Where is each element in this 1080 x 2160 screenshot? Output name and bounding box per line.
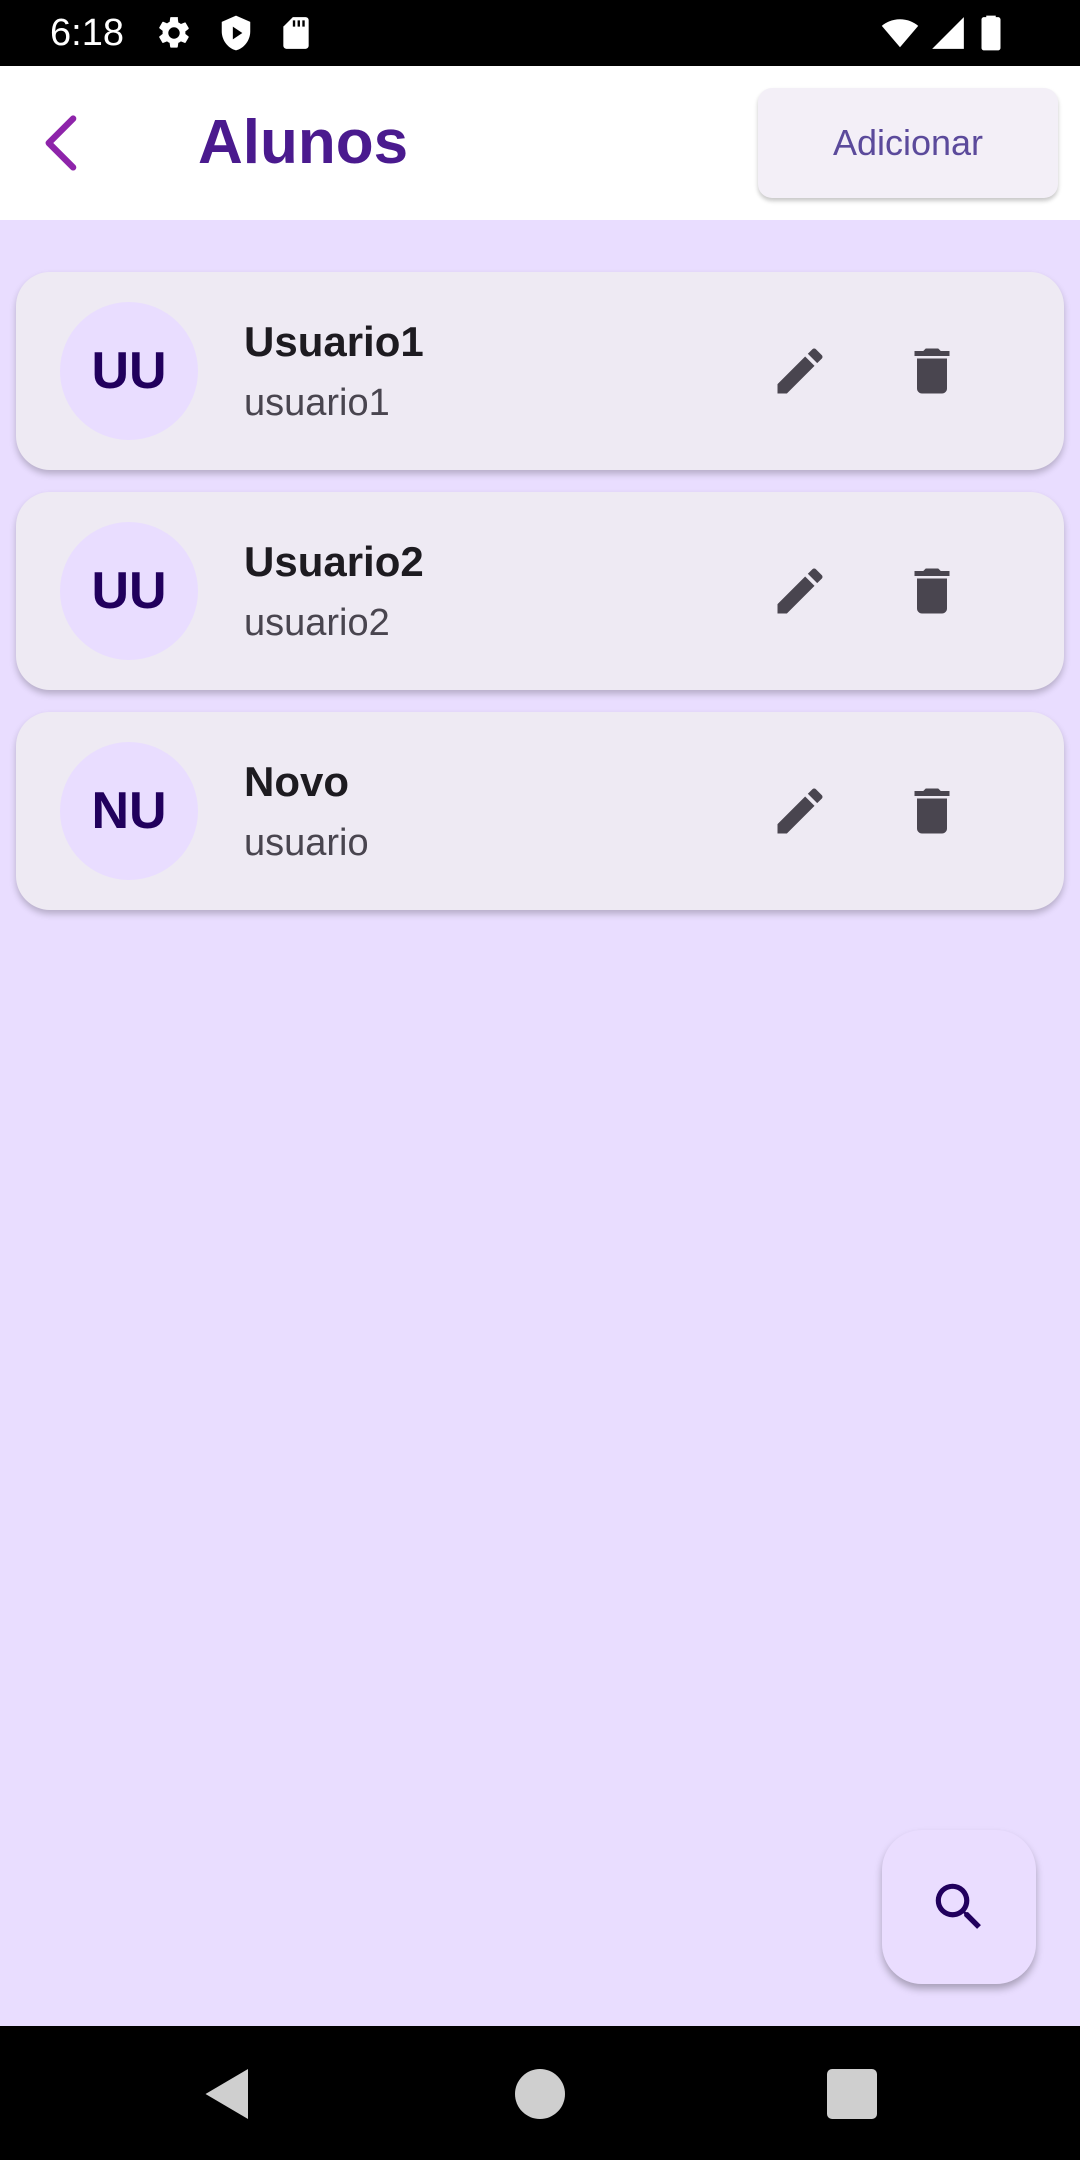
page-title: Alunos [198,108,409,177]
home-circle-icon [515,2069,565,2119]
delete-button[interactable] [878,537,986,645]
pencil-icon [777,788,823,834]
screen: 6:18 Alunos Adicionar UU Usuario1 usuari… [0,0,1080,2160]
back-button[interactable] [28,100,92,186]
navigation-bar [0,2026,1080,2160]
pencil-icon [777,348,823,394]
edit-button[interactable] [746,757,854,865]
student-username: usuario2 [244,602,390,644]
app-bar: Alunos Adicionar [0,66,1080,220]
play-shield-icon [217,14,255,52]
list-item[interactable]: UU Usuario1 usuario1 [16,272,1064,470]
chevron-left-icon [45,115,77,171]
nav-recents-button[interactable] [822,2064,882,2124]
battery-icon [976,14,1006,52]
student-name: Usuario2 [244,538,424,585]
student-name: Usuario1 [244,318,424,365]
recents-square-icon [827,2069,877,2119]
nav-home-button[interactable] [510,2064,570,2124]
status-bar: 6:18 [0,0,1080,66]
delete-button[interactable] [878,757,986,865]
add-button[interactable]: Adicionar [758,88,1058,198]
trash-icon [914,348,950,394]
search-fab[interactable] [882,1830,1036,1984]
list-item[interactable]: NU Novo usuario [16,712,1064,910]
student-name: Novo [244,758,349,805]
nav-back-button[interactable] [198,2064,258,2124]
wifi-icon [878,14,922,52]
avatar: NU [60,742,198,880]
edit-button[interactable] [746,317,854,425]
avatar: UU [60,522,198,660]
cell-signal-icon [928,14,968,52]
trash-icon [914,568,950,614]
avatar: UU [60,302,198,440]
status-time: 6:18 [50,12,124,54]
student-username: usuario1 [244,382,390,424]
back-triangle-icon [205,2069,248,2119]
pencil-icon [777,568,823,614]
delete-button[interactable] [878,317,986,425]
sd-card-icon [277,14,315,52]
list-item[interactable]: UU Usuario2 usuario2 [16,492,1064,690]
student-username: usuario [244,822,369,864]
trash-icon [914,788,950,834]
gear-icon [155,14,193,52]
edit-button[interactable] [746,537,854,645]
search-icon [935,1883,981,1929]
